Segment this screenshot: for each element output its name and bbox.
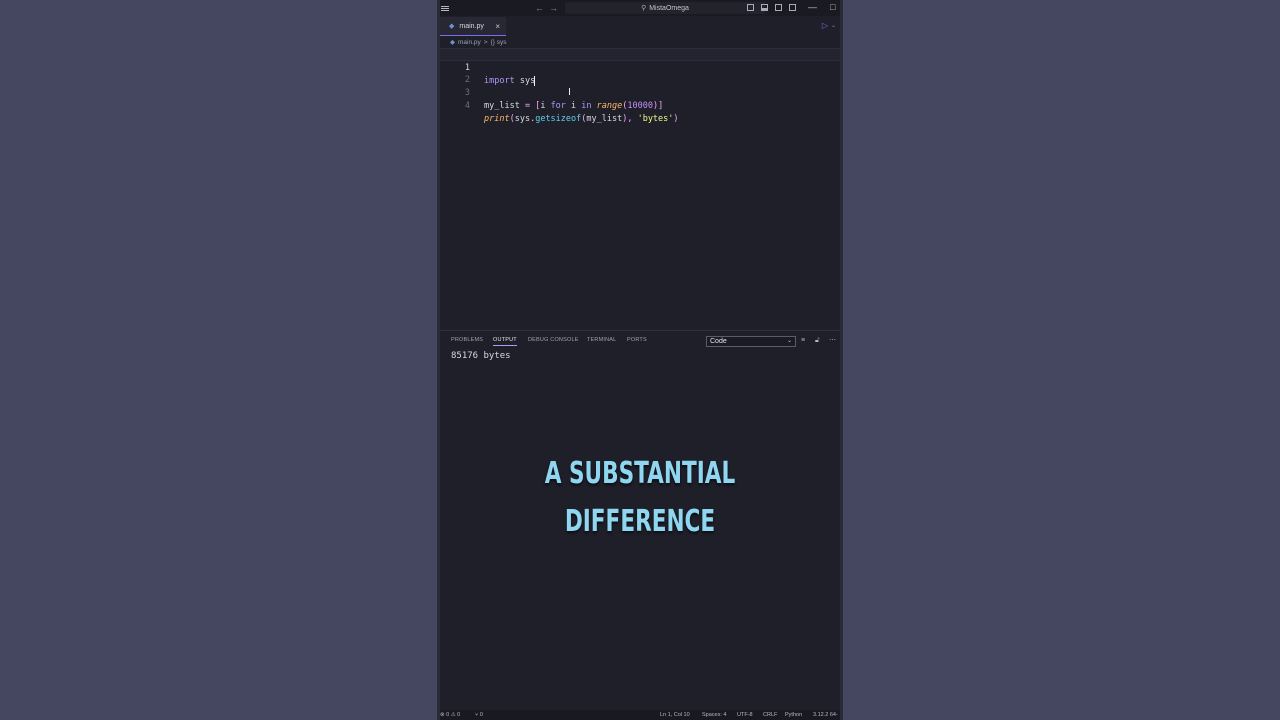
tab-output[interactable]: OUTPUT: [493, 337, 517, 346]
forward-arrow-icon[interactable]: →: [549, 2, 558, 14]
output-text: 85176 bytes: [451, 351, 511, 361]
video-caption: A SUBSTANTIAL DIFFERENCE: [496, 450, 784, 546]
python-interpreter[interactable]: 3.12.2 64-: [813, 712, 838, 719]
problems-count[interactable]: ⊗ 0 ⚠ 0: [440, 712, 460, 719]
more-actions-icon[interactable]: ⋯: [829, 337, 836, 345]
lock-icon[interactable]: 🔓︎: [815, 337, 820, 345]
code-token: = [: [519, 101, 541, 111]
code-token: sys: [514, 114, 531, 124]
code-line-3[interactable]: 3 my_list = [i for i in range(10000)]: [440, 74, 840, 111]
line-number: 4: [464, 101, 470, 111]
right-frame-edge: [840, 0, 843, 720]
forwarded-ports[interactable]: ⑂ 0: [475, 712, 483, 719]
maximize-button[interactable]: □: [830, 1, 835, 13]
output-channel-value: Code: [710, 338, 727, 345]
code-token: ),: [622, 114, 638, 124]
code-token: my_list: [484, 101, 520, 111]
code-line-2[interactable]: 2: [440, 61, 840, 85]
status-bar: ⊗ 0 ⚠ 0 ⑂ 0 Ln 1, Col 10 Spaces: 4 UTF-8…: [440, 710, 840, 720]
indentation[interactable]: Spaces: 4: [702, 712, 726, 719]
tab-ports[interactable]: PORTS: [627, 337, 647, 343]
end-of-line[interactable]: CRLF: [763, 712, 777, 719]
tab-label: main.py: [459, 22, 484, 30]
code-token: print: [484, 114, 510, 124]
encoding[interactable]: UTF-8: [737, 712, 753, 719]
caption-line-1: A SUBSTANTIAL: [544, 456, 736, 491]
language-mode[interactable]: Python: [785, 712, 802, 719]
minimize-button[interactable]: —: [808, 1, 817, 13]
code-token: i: [565, 101, 582, 111]
code-token: )]: [652, 101, 664, 111]
code-editor[interactable]: 1 import sys 2 3 my_list = [i for i in r…: [440, 47, 840, 327]
cursor-position[interactable]: Ln 1, Col 10: [660, 712, 690, 719]
mouse-ibeam-cursor: I: [568, 87, 571, 98]
output-channel-select[interactable]: Code ⌄: [706, 336, 796, 347]
tab-bar: ◆ main.py × ▷ ⌄: [440, 17, 840, 36]
run-dropdown-chevron-icon[interactable]: ⌄: [831, 22, 836, 29]
command-center-search[interactable]: ⚲ MistaOmega: [565, 2, 765, 14]
code-line-1[interactable]: 1 import sys: [440, 48, 840, 86]
toggle-secondary-sidebar-icon[interactable]: [775, 4, 782, 11]
chevron-down-icon: ⌄: [786, 338, 792, 344]
caption-line-2: DIFFERENCE: [564, 504, 716, 539]
title-bar: ← → ⚲ MistaOmega — □: [440, 0, 840, 16]
close-tab-icon[interactable]: ×: [495, 22, 500, 31]
tab-problems[interactable]: PROBLEMS: [451, 337, 483, 343]
customize-layout-icon[interactable]: [789, 4, 796, 11]
code-token: ): [673, 114, 679, 124]
code-token: getsizeof: [535, 114, 582, 124]
toggle-panel-icon[interactable]: [761, 4, 768, 11]
breadcrumb-separator: >: [483, 38, 488, 46]
code-token: i: [540, 101, 551, 111]
search-icon: ⚲: [641, 5, 647, 12]
breadcrumb: ◆ main.py > {} sys: [450, 38, 507, 47]
tab-terminal[interactable]: TERMINAL: [587, 337, 616, 343]
breadcrumb-symbol[interactable]: {} sys: [491, 39, 507, 46]
filter-list-icon[interactable]: ≡: [801, 337, 805, 345]
python-file-icon: ◆: [450, 39, 455, 46]
python-file-icon: ◆: [449, 23, 455, 30]
run-python-file-icon[interactable]: ▷: [822, 21, 828, 30]
code-line-4[interactable]: 4 print(sys.getsizeof(my_list), 'bytes'): [440, 87, 840, 124]
search-text: MistaOmega: [649, 4, 689, 12]
toggle-sidebar-icon[interactable]: [747, 4, 754, 11]
code-token: 10000: [627, 101, 653, 111]
editor-window: ← → ⚲ MistaOmega — □ ◆ main.py × ▷ ⌄ ◆ m…: [440, 0, 840, 720]
code-token: my_list: [586, 114, 623, 124]
breadcrumb-file[interactable]: main.py: [458, 39, 481, 46]
code-token: in: [581, 101, 592, 111]
code-token: range: [596, 101, 623, 111]
code-token: for: [550, 101, 566, 111]
tab-main-py[interactable]: ◆ main.py ×: [440, 17, 506, 36]
tab-debug-console[interactable]: DEBUG CONSOLE: [528, 337, 579, 343]
back-arrow-icon[interactable]: ←: [535, 2, 544, 14]
code-token: 'bytes': [637, 114, 674, 124]
menu-icon[interactable]: [440, 0, 450, 16]
